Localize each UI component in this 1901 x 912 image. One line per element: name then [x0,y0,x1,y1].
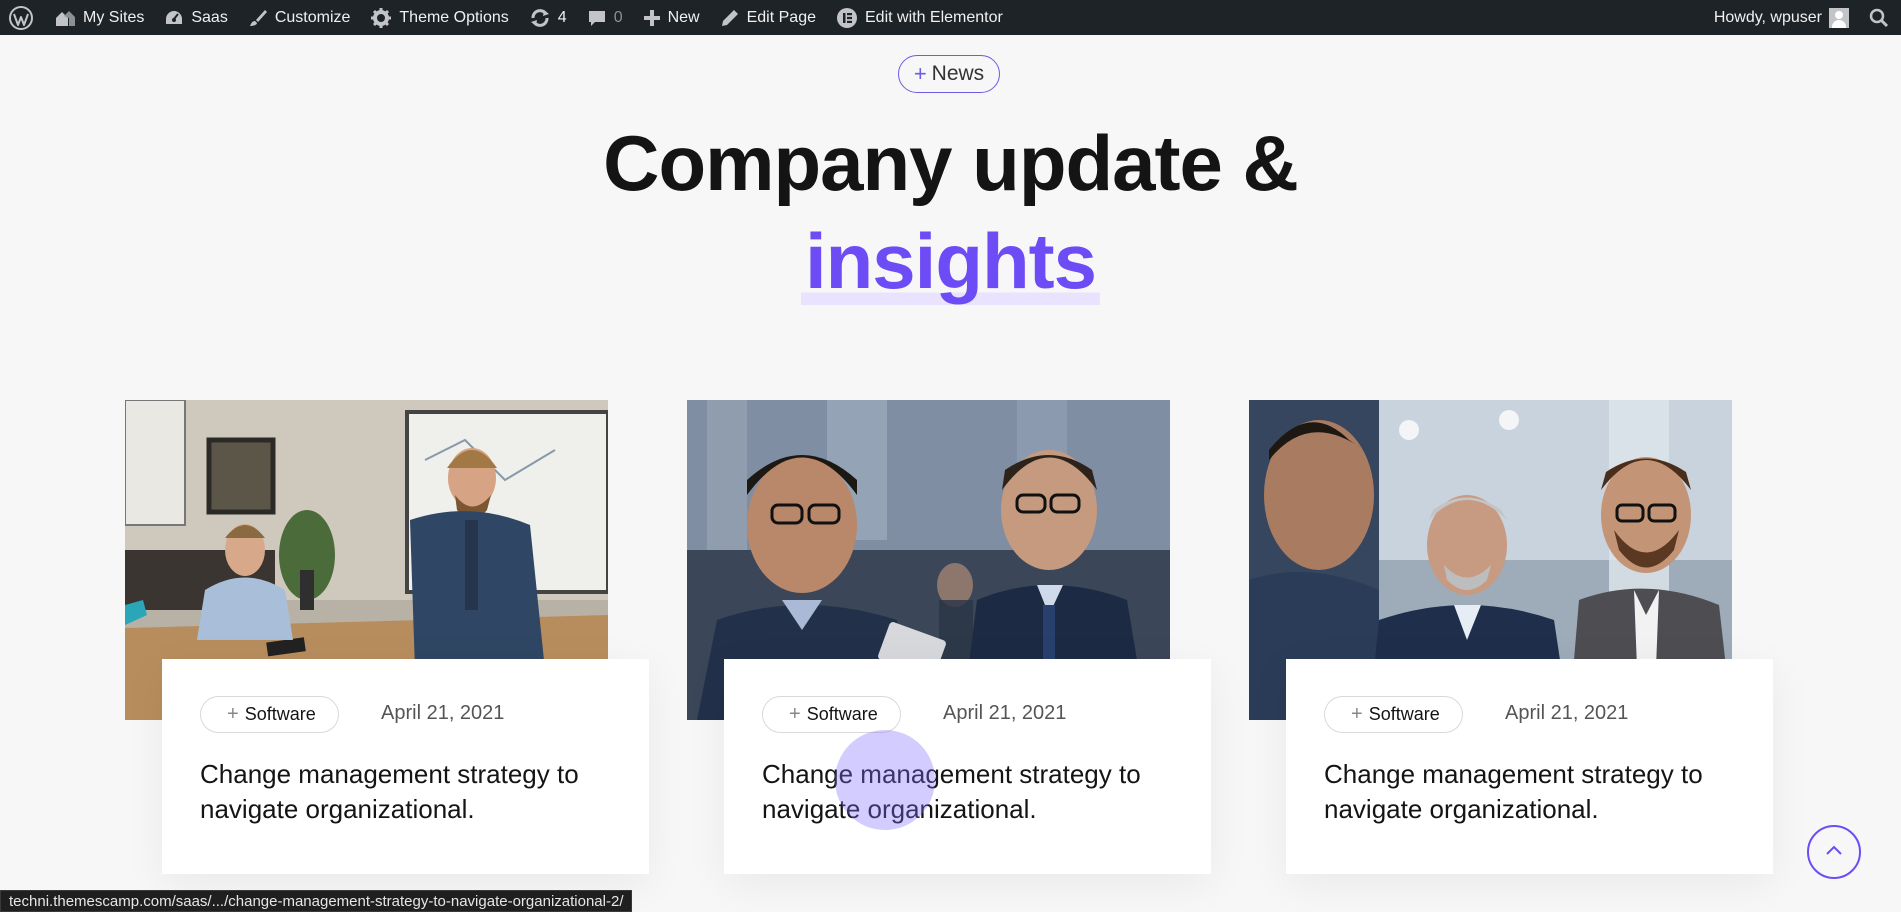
search-icon [1869,8,1889,28]
avatar [1829,7,1849,28]
post-date: April 21, 2021 [943,702,1067,724]
category-label: Software [1368,704,1440,724]
dashboard-icon [164,9,184,27]
theme-options-menu[interactable]: Theme Options [360,0,518,35]
customize-link[interactable]: Customize [238,0,361,35]
scroll-to-top-button[interactable] [1807,825,1861,879]
updates-count: 4 [557,8,567,26]
updates-icon [529,8,551,28]
howdy-label: Howdy, wpuser [1713,8,1822,26]
new-label: New [667,8,700,26]
news-pill: + News [898,55,1000,93]
category-tag[interactable]: + Software [1324,696,1463,733]
post-date: April 21, 2021 [381,702,505,724]
account-menu[interactable]: Howdy, wpuser [1704,0,1859,35]
my-sites-label: My Sites [83,8,145,26]
comments-count: 0 [613,8,623,26]
category-tag[interactable]: + Software [762,696,901,733]
post-title[interactable]: Change management strategy to navigate o… [1324,757,1744,827]
category-tag[interactable]: + Software [200,696,339,733]
admin-bar: My Sites Saas Customize Theme Options 4 … [0,0,1901,35]
pencil-icon [720,8,740,28]
post-card: + Software April 21, 2021 Change managem… [724,659,1211,874]
plus-icon [643,9,661,27]
highlight-word: insights [800,217,1100,305]
plus-icon: + [789,703,801,725]
comment-icon [587,8,607,28]
customize-label: Customize [274,8,351,26]
news-pill-label: News [931,62,985,85]
search-button[interactable] [1859,0,1901,35]
chevron-up-icon [1825,843,1843,861]
post-date: April 21, 2021 [1505,702,1629,724]
wordpress-menu[interactable] [0,0,44,35]
browser-status-bar: techni.themescamp.com/saas/.../change-ma… [0,890,633,912]
my-sites-menu[interactable]: My Sites [44,0,154,35]
section-title-highlight: insights [0,216,1901,307]
post-card: + Software April 21, 2021 Change managem… [162,659,649,874]
plus-icon: + [1351,703,1363,725]
elementor-icon [836,7,858,29]
gear-icon [370,7,392,29]
brush-icon [248,8,268,28]
post-card: + Software April 21, 2021 Change managem… [1286,659,1773,874]
plus-icon: + [913,61,927,86]
category-label: Software [244,704,316,724]
site-name-label: Saas [191,8,228,26]
category-label: Software [806,704,878,724]
wordpress-icon [8,5,34,31]
post-title[interactable]: Change management strategy to navigate o… [200,757,620,827]
comments-link[interactable]: 0 [577,0,633,35]
edit-page-label: Edit Page [746,8,816,26]
post-title[interactable]: Change management strategy to navigate o… [762,757,1182,827]
theme-options-label: Theme Options [399,8,509,26]
edit-page-link[interactable]: Edit Page [710,0,826,35]
edit-elementor-link[interactable]: Edit with Elementor [826,0,1013,35]
status-url: techni.themescamp.com/saas/.../change-ma… [9,892,624,910]
updates-link[interactable]: 4 [519,0,577,35]
admin-bar-secondary: Howdy, wpuser [1704,0,1901,35]
my-sites-icon [54,8,76,28]
section-title: Company update & [603,119,1299,207]
site-name-menu[interactable]: Saas [154,0,237,35]
new-content-menu[interactable]: New [633,0,710,35]
edit-elementor-label: Edit with Elementor [865,8,1003,26]
plus-icon: + [227,703,239,725]
